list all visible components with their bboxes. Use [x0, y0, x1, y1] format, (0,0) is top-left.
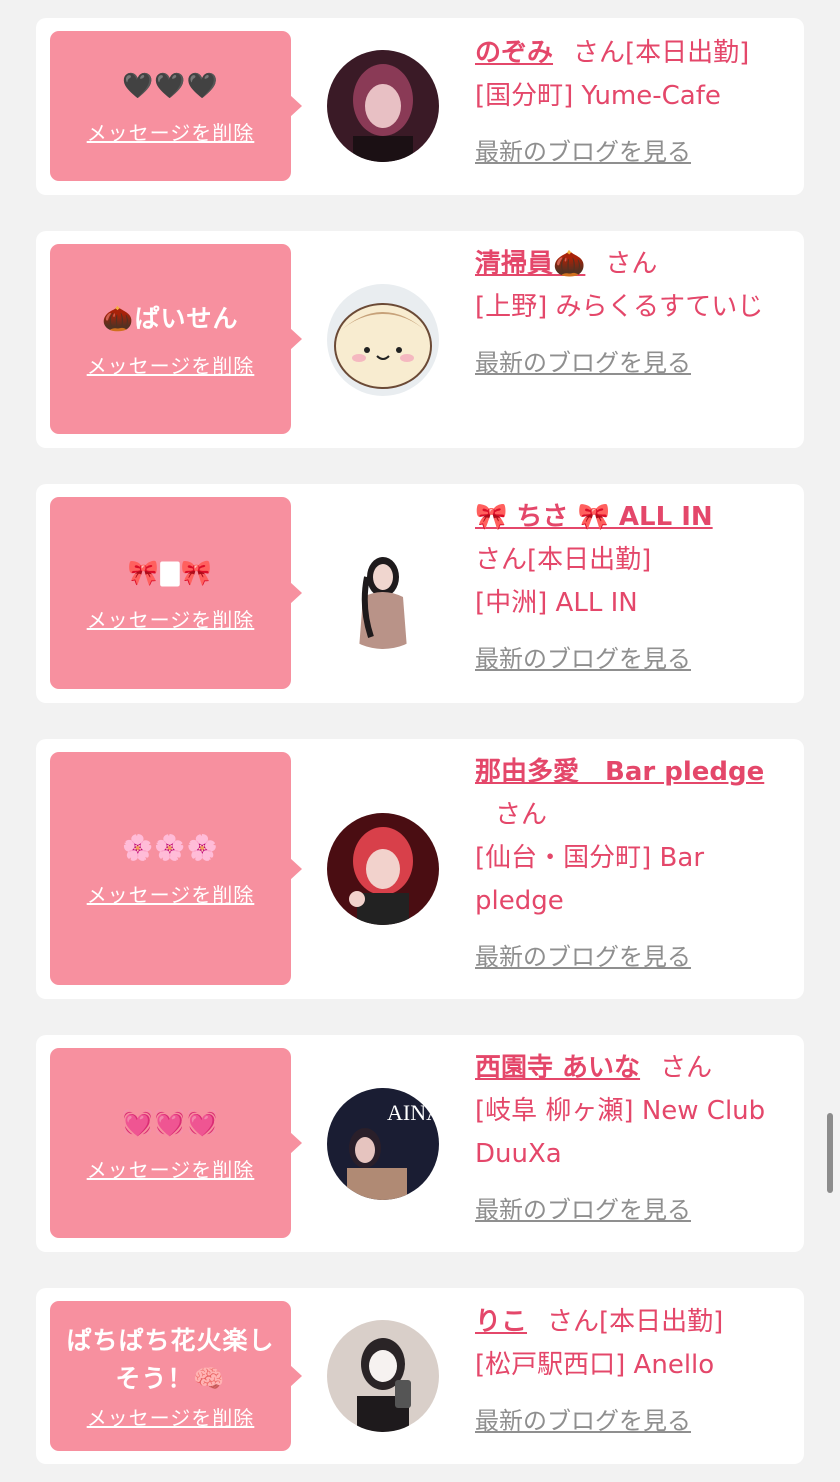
- store-text: [上野] みらくるすていじ: [475, 292, 764, 322]
- latest-blog-link[interactable]: 最新のブログを見る: [475, 342, 691, 385]
- honorific: さん: [547, 1307, 600, 1337]
- latest-blog-link[interactable]: 最新のブログを見る: [475, 1189, 691, 1232]
- delete-message-link[interactable]: メッセージを削除: [87, 1154, 255, 1183]
- delete-message-link[interactable]: メッセージを削除: [87, 604, 255, 633]
- latest-blog-link[interactable]: 最新のブログを見る: [475, 936, 691, 979]
- cast-name-link[interactable]: 那由多愛 Bar pledge: [475, 757, 764, 787]
- delete-message-link[interactable]: メッセージを削除: [87, 117, 255, 146]
- cast-name-link[interactable]: のぞみ: [475, 38, 553, 68]
- message-text: 🌰ぱいせん: [102, 303, 239, 333]
- honorific: さん: [660, 1053, 713, 1083]
- cast-info: 🎀 ちさ 🎀 ALL IN さん[本日出勤] [中洲] ALL IN 最新のブログ…: [475, 496, 785, 681]
- avatar[interactable]: [327, 50, 439, 162]
- store-text: [中洲] ALL IN: [475, 588, 638, 618]
- favorite-card: 🌰ぱいせん メッセージを削除 清掃員🌰 さん [上野] みらくるすていじ 最新のブ…: [36, 231, 804, 448]
- favorite-card: 🎀🀫🎀 メッセージを削除 🎀 ちさ 🎀 ALL IN さん[本日出勤] [中洲] …: [36, 484, 804, 703]
- honorific: さん: [475, 545, 528, 575]
- message-bubble: 🌸🌸🌸 メッセージを削除: [50, 752, 302, 985]
- status-text: [本日出勤]: [599, 1307, 724, 1337]
- latest-blog-link[interactable]: 最新のブログを見る: [475, 1400, 691, 1443]
- store-text: [松戸駅西口] Anello: [475, 1350, 715, 1380]
- scrollbar[interactable]: [827, 1113, 833, 1193]
- svg-text:AINA: AINA: [387, 1100, 439, 1125]
- cast-info: 那由多愛 Bar pledge さん [仙台・国分町] Bar pledge 最新…: [475, 751, 785, 979]
- favorite-card: 🌸🌸🌸 メッセージを削除 那由多愛 Bar pledge さん [仙台・国分町] …: [36, 739, 804, 999]
- honorific: さん: [495, 800, 548, 830]
- message-bubble: ぱちぱち花火楽しそう！🧠 メッセージを削除: [50, 1301, 302, 1451]
- latest-blog-link[interactable]: 最新のブログを見る: [475, 638, 691, 681]
- store-text: [国分町] Yume-Cafe: [475, 81, 721, 111]
- avatar[interactable]: [327, 813, 439, 925]
- delete-message-link[interactable]: メッセージを削除: [87, 350, 255, 379]
- honorific: さん: [605, 249, 658, 279]
- message-bubble: 🌰ぱいせん メッセージを削除: [50, 244, 302, 434]
- message-bubble: 🖤🖤🖤 メッセージを削除: [50, 31, 302, 181]
- message-bubble: 💓💓💓 メッセージを削除: [50, 1048, 302, 1238]
- latest-blog-link[interactable]: 最新のブログを見る: [475, 131, 691, 174]
- cast-name-link[interactable]: 🎀 ちさ 🎀 ALL IN: [475, 502, 713, 532]
- message-text: 🖤🖤🖤: [122, 70, 219, 100]
- delete-message-link[interactable]: メッセージを削除: [87, 879, 255, 908]
- avatar[interactable]: [327, 537, 439, 649]
- cast-name-link[interactable]: 西園寺 あいな: [475, 1053, 640, 1083]
- avatar[interactable]: [327, 284, 439, 396]
- store-text: [岐阜 柳ヶ瀬] New Club DuuXa: [475, 1096, 766, 1169]
- favorite-card: 💓💓💓 メッセージを削除 AINA 西園寺 あいな さん [岐阜 柳ヶ瀬] New…: [36, 1035, 804, 1252]
- cast-info: 清掃員🌰 さん [上野] みらくるすていじ 最新のブログを見る: [475, 243, 785, 385]
- cast-info: りこ さん[本日出勤] [松戸駅西口] Anello 最新のブログを見る: [475, 1301, 785, 1443]
- favorite-card: 🖤🖤🖤 メッセージを削除 のぞみ さん[本日出勤] [国分町] Yume-Cafe…: [36, 18, 804, 195]
- message-text: ぱちぱち花火楽しそう！🧠: [66, 1325, 275, 1393]
- avatar[interactable]: [327, 1320, 439, 1432]
- store-text: [仙台・国分町] Bar pledge: [475, 843, 705, 916]
- favorite-card: ぱちぱち花火楽しそう！🧠 メッセージを削除 りこ さん[本日出勤] [松戸駅西口]…: [36, 1288, 804, 1464]
- message-text: 🌸🌸🌸: [122, 833, 219, 862]
- status-text: [本日出勤]: [527, 545, 652, 575]
- cast-info: 西園寺 あいな さん [岐阜 柳ヶ瀬] New Club DuuXa 最新のブログ…: [475, 1047, 785, 1232]
- cast-info: のぞみ さん[本日出勤] [国分町] Yume-Cafe 最新のブログを見る: [475, 32, 785, 174]
- status-text: [本日出勤]: [625, 38, 750, 68]
- avatar[interactable]: AINA: [327, 1088, 439, 1200]
- cast-name-link[interactable]: りこ: [475, 1307, 527, 1337]
- delete-message-link[interactable]: メッセージを削除: [87, 1402, 255, 1431]
- honorific: さん: [573, 38, 626, 68]
- message-bubble: 🎀🀫🎀 メッセージを削除: [50, 497, 302, 689]
- message-text: 🎀🀫🎀: [127, 557, 214, 587]
- message-text: 💓💓💓: [122, 1107, 219, 1137]
- cast-name-link[interactable]: 清掃員🌰: [475, 249, 585, 279]
